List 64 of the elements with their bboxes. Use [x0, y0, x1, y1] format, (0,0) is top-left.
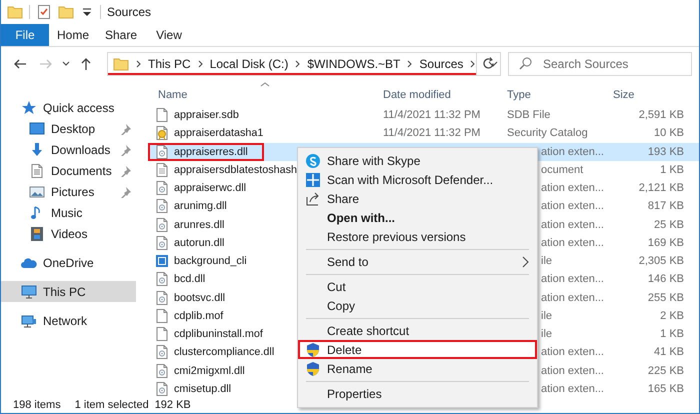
nav-label: This PC: [43, 284, 87, 298]
size-cell: 2,305 KB: [638, 255, 684, 268]
file-name: appraiserres.dll: [174, 146, 248, 158]
type-cell: Security Catalog: [507, 127, 588, 140]
size-cell: 193 KB: [648, 146, 684, 158]
size-cell: 2,121 KB: [638, 182, 684, 194]
size-cell: 2 KB: [660, 310, 684, 322]
file-name: cmisetup.dll: [174, 382, 232, 395]
nav-label: Music: [51, 206, 84, 220]
file-name: background_cli: [174, 255, 247, 268]
type-cell: ation exten...: [541, 218, 604, 231]
nav-label: Documents: [51, 164, 113, 178]
size-cell: 10 KB: [654, 127, 684, 140]
date-cell: 11/4/2021 11:32 PM: [383, 127, 480, 140]
selection-size: 192 KB: [154, 398, 191, 410]
type-cell: ation exten...: [541, 382, 604, 395]
file-name: cmi2migxml.dll: [174, 364, 245, 377]
type-cell: ile: [541, 310, 552, 322]
file-name: autorun.dll: [174, 236, 224, 249]
type-cell: SDB File: [507, 109, 550, 122]
size-cell: 169 KB: [648, 236, 684, 249]
item-count: 198 items: [13, 398, 61, 410]
file-name: appraiserdatasha1: [174, 127, 264, 140]
nav-label: Videos: [51, 226, 88, 240]
type-cell: ile: [541, 255, 552, 268]
type-cell: ation exten...: [541, 364, 604, 377]
file-name: arunimg.dll: [174, 200, 227, 212]
size-cell: 1 KB: [660, 328, 684, 340]
size-cell: 165 KB: [648, 382, 684, 395]
type-cell: ation exten...: [541, 182, 604, 194]
size-cell: 146 KB: [648, 273, 684, 286]
file-name: cdplibuninstall.mof: [174, 328, 263, 340]
file-name: clustercompliance.dll: [174, 346, 274, 358]
nav-label: OneDrive: [43, 256, 95, 270]
type-cell: ation exten...: [541, 346, 604, 358]
window-title: Sources: [107, 5, 152, 19]
size-cell: 255 KB: [648, 292, 684, 304]
size-cell: 2,591 KB: [638, 109, 684, 122]
type-cell: ation exten...: [541, 236, 604, 249]
size-cell: 817 KB: [648, 200, 684, 212]
file-name: appraisersdblatestoshash: [174, 164, 298, 176]
file-name: arunres.dll: [174, 218, 224, 231]
size-cell: 41 KB: [654, 346, 684, 358]
nav-label: Pictures: [51, 184, 96, 198]
type-cell: ocument: [541, 164, 584, 176]
size-cell: 225 KB: [648, 364, 684, 377]
nav-label: Downloads: [51, 142, 112, 156]
type-cell: ation exten...: [541, 146, 604, 158]
selection-status: 1 item selected: [74, 398, 149, 410]
size-cell: 25 KB: [654, 218, 684, 231]
file-name: bcd.dll: [174, 273, 206, 286]
file-name: appraiserwc.dll: [174, 182, 246, 194]
type-cell: ile: [541, 328, 552, 340]
type-cell: ation exten...: [541, 273, 604, 286]
nav-label: Quick access: [43, 100, 116, 114]
nav-label: Desktop: [51, 122, 96, 136]
type-cell: ation exten...: [541, 200, 604, 212]
file-name: appraiser.sdb: [174, 109, 239, 122]
file-name: bootsvc.dll: [174, 292, 226, 304]
size-cell: 1 KB: [660, 164, 684, 176]
date-cell: 11/4/2021 11:32 PM: [383, 109, 480, 122]
file-name: cdplib.mof: [174, 310, 224, 322]
type-cell: ation exten...: [541, 292, 604, 304]
nav-label: Network: [43, 314, 88, 328]
